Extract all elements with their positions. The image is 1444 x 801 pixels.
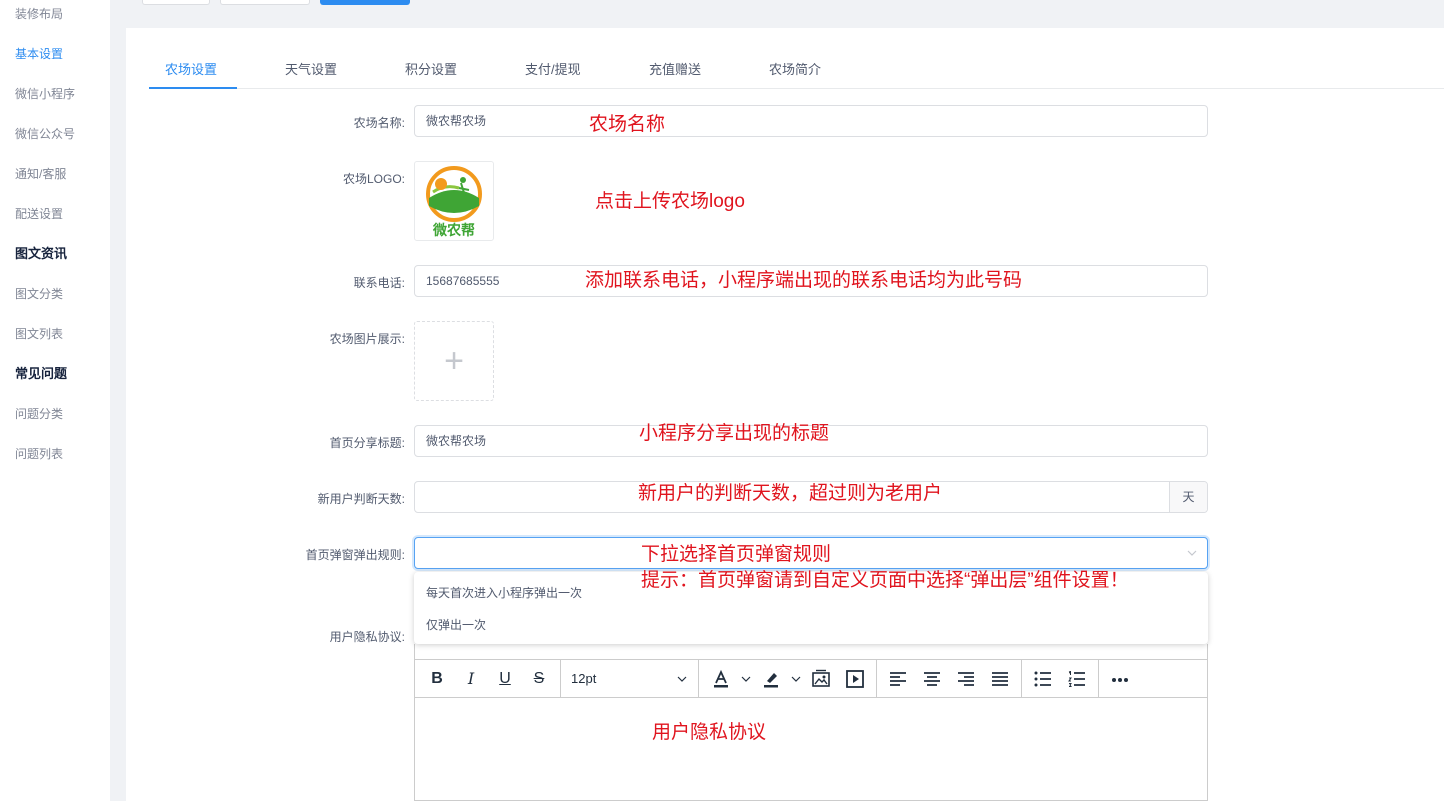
sidebar-item-mini-program[interactable]: 微信小程序 xyxy=(15,86,75,102)
font-size-value: 12pt xyxy=(571,671,597,686)
farm-images-upload[interactable]: + xyxy=(414,321,494,401)
media-icon[interactable] xyxy=(841,665,869,693)
top-button-2[interactable] xyxy=(220,0,310,5)
new-user-days-value xyxy=(415,490,426,504)
sidebar-item-article-list[interactable]: 图文列表 xyxy=(15,326,63,342)
toolbar-separator xyxy=(876,660,877,698)
tab-payment-withdraw[interactable]: 支付/提现 xyxy=(525,59,581,78)
annotation-privacy: 用户隐私协议 xyxy=(652,722,767,743)
popup-rule-option-once[interactable]: 仅弹出一次 xyxy=(414,608,1208,640)
toolbar-separator xyxy=(698,660,699,698)
top-button-primary[interactable] xyxy=(320,0,410,5)
top-button-1[interactable] xyxy=(142,0,210,5)
align-right-icon[interactable] xyxy=(952,665,980,693)
phone-label: 联系电话: xyxy=(353,276,405,290)
annotation-logo: 点击上传农场logo xyxy=(595,191,745,212)
tab-farm-settings[interactable]: 农场设置 xyxy=(165,59,217,78)
sidebar-item-delivery[interactable]: 配送设置 xyxy=(15,206,63,222)
sidebar-item-article-category[interactable]: 图文分类 xyxy=(15,286,63,302)
sidebar: 装修布局 基本设置 微信小程序 微信公众号 通知/客服 配送设置 图文资讯 图文… xyxy=(0,0,110,801)
align-center-icon[interactable] xyxy=(918,665,946,693)
privacy-label: 用户隐私协议: xyxy=(329,630,405,644)
days-suffix: 天 xyxy=(1169,482,1207,512)
sidebar-item-official-account[interactable]: 微信公众号 xyxy=(15,126,75,142)
svg-text:微农帮: 微农帮 xyxy=(432,222,475,239)
tab-weather-settings[interactable]: 天气设置 xyxy=(285,59,337,78)
new-user-days-label: 新用户判断天数: xyxy=(317,492,405,506)
chevron-down-icon xyxy=(1187,550,1197,556)
toolbar-separator xyxy=(560,660,561,698)
tab-farm-intro[interactable]: 农场简介 xyxy=(769,59,821,78)
highlight-color-icon[interactable] xyxy=(757,665,785,693)
tab-active-indicator xyxy=(149,87,237,89)
image-icon[interactable] xyxy=(807,665,835,693)
numbered-list-icon[interactable] xyxy=(1063,665,1091,693)
sidebar-group-faq: 常见问题 xyxy=(15,366,68,381)
settings-tabs: 农场设置 天气设置 积分设置 支付/提现 充值赠送 农场简介 xyxy=(149,46,1444,89)
toolbar-separator xyxy=(1021,660,1022,698)
farm-logo-image: 微农帮 xyxy=(426,166,482,239)
chevron-down-icon[interactable] xyxy=(741,674,751,684)
editor-menubar-partial xyxy=(414,644,1208,659)
align-left-icon[interactable] xyxy=(884,665,912,693)
annotation-popup-tip: 提示：首页弹窗请到自定义页面中选择“弹出层”组件设置！ xyxy=(641,570,1129,591)
sidebar-item-layout[interactable]: 装修布局 xyxy=(15,6,63,22)
toolbar-separator xyxy=(1098,660,1099,698)
bullet-list-icon[interactable] xyxy=(1029,665,1057,693)
top-bar xyxy=(110,0,1444,12)
tab-points-settings[interactable]: 积分设置 xyxy=(405,59,457,78)
sidebar-item-basic-settings[interactable]: 基本设置 xyxy=(15,46,63,62)
more-icon[interactable] xyxy=(1106,665,1134,693)
underline-icon[interactable]: U xyxy=(491,665,519,693)
strikethrough-icon[interactable]: S xyxy=(525,665,553,693)
sidebar-item-notify-service[interactable]: 通知/客服 xyxy=(15,166,66,182)
farm-name-input[interactable]: 微农帮农场 xyxy=(414,105,1208,137)
annotation-phone: 添加联系电话，小程序端出现的联系电话均为此号码 xyxy=(585,270,1023,291)
farm-logo-label: 农场LOGO: xyxy=(342,172,405,186)
annotation-farm-name: 农场名称 xyxy=(589,114,666,135)
editor-toolbar: B I U S 12pt xyxy=(415,660,1207,698)
chevron-down-icon xyxy=(677,676,687,682)
popup-rule-label: 首页弹窗弹出规则: xyxy=(305,548,405,562)
farm-logo-upload[interactable]: 微农帮 xyxy=(414,161,494,241)
annotation-share-title: 小程序分享出现的标题 xyxy=(639,423,830,444)
sidebar-item-faq-list[interactable]: 问题列表 xyxy=(15,446,63,462)
tab-recharge-bonus[interactable]: 充值赠送 xyxy=(649,59,701,78)
text-color-icon[interactable] xyxy=(707,665,735,693)
privacy-rich-editor[interactable]: B I U S 12pt xyxy=(414,659,1208,801)
plus-icon: + xyxy=(444,342,464,380)
bold-icon[interactable]: B xyxy=(423,665,451,693)
chevron-down-icon[interactable] xyxy=(791,674,801,684)
annotation-popup: 下拉选择首页弹窗规则 xyxy=(641,544,832,565)
font-size-select[interactable]: 12pt xyxy=(571,665,691,693)
farm-images-label: 农场图片展示: xyxy=(329,332,405,346)
farm-name-label: 农场名称: xyxy=(353,116,405,130)
sidebar-group-articles: 图文资讯 xyxy=(15,246,68,261)
share-title-label: 首页分享标题: xyxy=(329,436,405,450)
annotation-new-user: 新用户的判断天数，超过则为老用户 xyxy=(638,483,943,504)
align-justify-icon[interactable] xyxy=(986,665,1014,693)
italic-icon[interactable]: I xyxy=(457,665,485,693)
sidebar-item-faq-category[interactable]: 问题分类 xyxy=(15,406,63,422)
